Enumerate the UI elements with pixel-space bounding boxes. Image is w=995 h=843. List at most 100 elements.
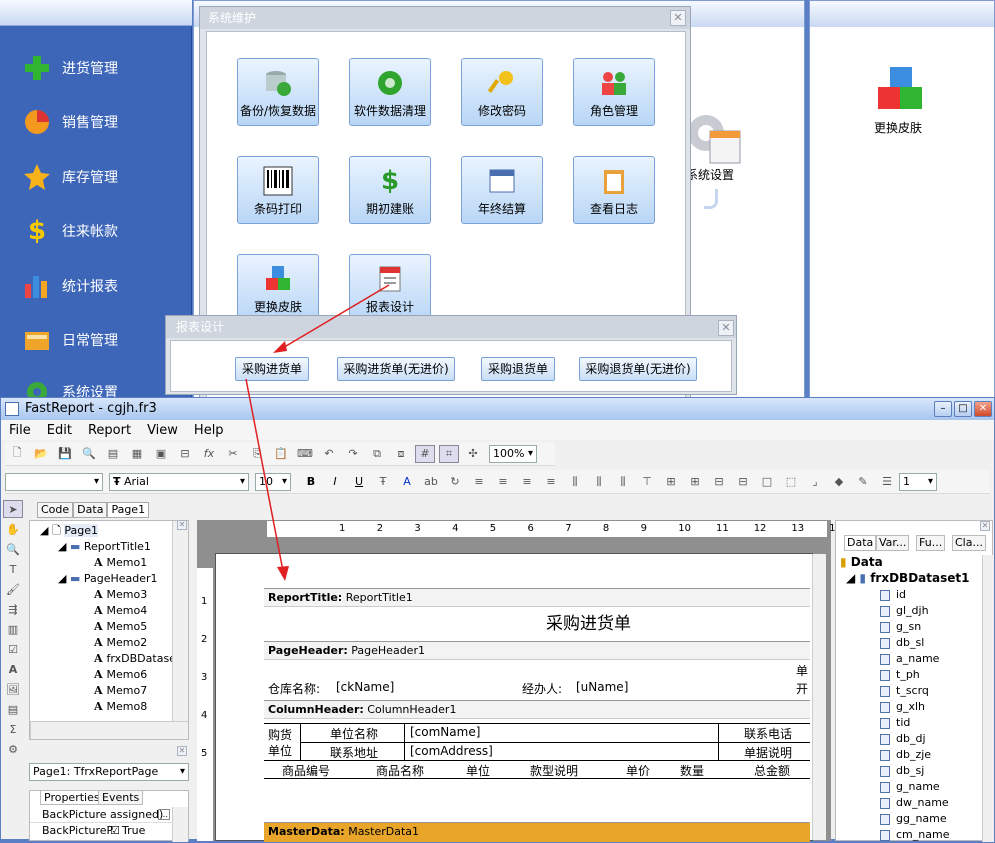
function-icon[interactable]: fx	[199, 445, 219, 463]
checkbox-icon[interactable]: ☑	[3, 640, 23, 658]
field-item[interactable]: t_ph	[880, 667, 920, 683]
phone-label[interactable]: 联系电话	[744, 725, 792, 742]
italic-icon[interactable]: I	[325, 473, 345, 491]
band-icon[interactable]: ⇶	[3, 600, 23, 618]
system-settings-icon[interactable]	[684, 109, 744, 169]
tree-node[interactable]: ◢ ▬ PageHeader1	[58, 571, 158, 587]
paste-icon[interactable]: 📋	[271, 445, 291, 463]
font-size-select[interactable]: 10	[255, 472, 291, 491]
field-item[interactable]: g_xlh	[880, 699, 925, 715]
field-item[interactable]: a_name	[880, 651, 939, 667]
change-skin-label[interactable]: 更换皮肤	[874, 119, 922, 136]
field-item[interactable]: id	[880, 587, 906, 603]
address-field[interactable]: [comAddress]	[410, 744, 493, 758]
minimize-icon[interactable]: –	[934, 401, 952, 417]
frame-color-icon[interactable]: ✎	[853, 473, 873, 491]
col-unit-price[interactable]: 单价	[626, 762, 650, 779]
delete-page-icon[interactable]: ⊟	[175, 445, 195, 463]
format-painter-icon[interactable]: ⌨	[295, 445, 315, 463]
border-left-icon[interactable]: ⊟	[709, 473, 729, 491]
align-center-icon[interactable]: ≡	[493, 473, 513, 491]
tab-page1[interactable]: Page1	[107, 502, 150, 518]
highlight-icon[interactable]: ab	[421, 473, 441, 491]
picture-icon[interactable]: 🖼	[3, 680, 23, 698]
undo-icon[interactable]: ↶	[319, 445, 339, 463]
valign-top-icon[interactable]: ⫼	[565, 473, 585, 491]
remark-label[interactable]: 单据说明	[744, 744, 792, 761]
tile-backup[interactable]: 备份/恢复数据	[237, 58, 319, 126]
preview-icon[interactable]: 🔍	[79, 445, 99, 463]
close-icon[interactable]: ✕	[718, 320, 734, 336]
field-item[interactable]: tid	[880, 715, 910, 731]
tree-node[interactable]: A Memo1	[94, 555, 147, 571]
grid-icon[interactable]: #	[415, 444, 435, 463]
zoom-icon[interactable]: 🔍	[3, 540, 23, 558]
font-color-icon[interactable]: A	[397, 473, 417, 491]
field-item[interactable]: g_name	[880, 779, 940, 795]
chart-icon[interactable]: ▥	[3, 620, 23, 638]
cubes-icon[interactable]	[876, 65, 928, 117]
tile-data-cleanup[interactable]: 软件数据清理	[349, 58, 431, 126]
new-page-icon[interactable]: ▦	[127, 445, 147, 463]
close-icon[interactable]: ✕	[177, 746, 187, 756]
ellipsis-button[interactable]: …	[158, 809, 170, 820]
field-item[interactable]: db_sl	[880, 635, 924, 651]
nav-item-daily[interactable]: 日常管理	[22, 320, 182, 360]
select-icon[interactable]: ➤	[3, 500, 23, 518]
tree-node[interactable]: A Memo5	[94, 619, 147, 635]
tree-node[interactable]: A Memo2	[94, 635, 147, 651]
hand-icon[interactable]: ✋	[3, 520, 23, 538]
fit-grid-icon[interactable]: ✣	[463, 445, 483, 463]
memo-icon[interactable]: A	[3, 660, 23, 678]
group-icon[interactable]: ⧉	[367, 445, 387, 463]
tile-year-end[interactable]: 年终结算	[461, 156, 543, 224]
tree-vscrollbar[interactable]	[172, 521, 188, 721]
property-row[interactable]: BackPictureP ☑ True	[30, 823, 172, 839]
style-select[interactable]	[5, 472, 103, 491]
tab-data[interactable]: Data	[73, 502, 108, 518]
page-header-band[interactable]: PageHeader: PageHeader1 仓库名称: [ckName] 经…	[264, 641, 810, 699]
sum-icon[interactable]: Σ	[3, 720, 23, 738]
field-item[interactable]: db_zje	[880, 747, 931, 763]
tile-change-skin[interactable]: 更换皮肤	[237, 254, 319, 322]
tile-role-management[interactable]: 角色管理	[573, 58, 655, 126]
tree-node[interactable]: A Memo7	[94, 683, 147, 699]
tree-node[interactable]: ◢ 🗋 Page1	[40, 523, 98, 539]
open-folder-icon[interactable]: 📂	[31, 445, 51, 463]
property-row[interactable]: BackPicture assigned) …	[30, 807, 172, 823]
field-item[interactable]: db_sj	[880, 763, 924, 779]
checkbox-icon[interactable]: ☑	[110, 823, 120, 839]
field-item[interactable]: g_sn	[880, 619, 921, 635]
tree-node[interactable]: A Memo4	[94, 603, 147, 619]
header-extra-2[interactable]: 开	[796, 680, 808, 697]
border-inner-icon[interactable]: ⊞	[685, 473, 705, 491]
menu-edit[interactable]: Edit	[39, 423, 80, 438]
menu-view[interactable]: View	[139, 423, 186, 438]
close-icon[interactable]: ✕	[670, 10, 686, 26]
data-scrollbar[interactable]	[982, 555, 994, 842]
data-root[interactable]: ▮ Data	[840, 555, 883, 569]
rotate-icon[interactable]: ↻	[445, 473, 465, 491]
tile-change-password[interactable]: 修改密码	[461, 58, 543, 126]
col-product-name[interactable]: 商品名称	[376, 762, 424, 779]
nav-item-accounts[interactable]: $ 往来帐款	[22, 211, 182, 251]
font-name-select[interactable]: Ŧ Arial	[109, 472, 249, 491]
address-label[interactable]: 联系地址	[330, 744, 378, 761]
field-item[interactable]: cm_name	[880, 827, 949, 843]
column-header-band[interactable]: ColumnHeader: ColumnHeader1 购货单位 单位名称 [c…	[264, 700, 810, 780]
new-report-icon[interactable]: ▤	[103, 445, 123, 463]
nav-item-sales[interactable]: 销售管理	[22, 102, 182, 142]
menu-help[interactable]: Help	[186, 423, 232, 438]
purchase-return-button[interactable]: 采购退货单	[481, 357, 555, 381]
field-item[interactable]: db_dj	[880, 731, 926, 747]
zoom-select[interactable]: 100%	[489, 444, 537, 463]
col-total[interactable]: 总金额	[754, 762, 790, 779]
header-extra-1[interactable]: 单	[796, 662, 808, 679]
shadow-icon[interactable]: ⌟	[805, 473, 825, 491]
more-objects-icon[interactable]: ⚙	[3, 740, 23, 758]
close-icon[interactable]: ✕	[980, 521, 990, 531]
align-grid-icon[interactable]: ⌗	[439, 444, 459, 463]
report-title-text[interactable]: 采购进货单	[546, 609, 631, 634]
tile-report-design[interactable]: 报表设计	[349, 254, 431, 322]
purchase-order-button[interactable]: 采购进货单	[235, 357, 309, 381]
